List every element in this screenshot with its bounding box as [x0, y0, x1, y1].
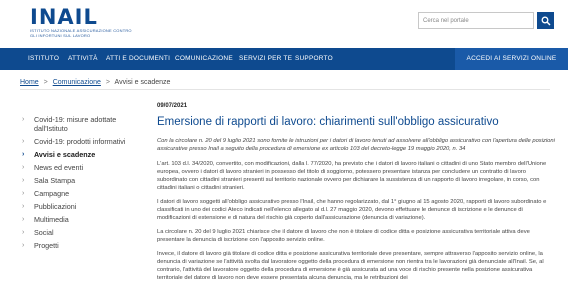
sidebar-item-campagne[interactable]: › Campagne — [22, 189, 140, 198]
chevron-right-icon: › — [22, 190, 25, 197]
sidebar-item-label: Campagne — [34, 189, 70, 198]
sidebar-item-avvisi-scadenze[interactable]: › Avvisi e scadenze — [22, 150, 140, 159]
sidebar-item-label: Covid-19: prodotti informativi — [34, 137, 126, 146]
chevron-right-icon: › — [22, 229, 25, 236]
article-paragraph: I datori di lavoro soggetti all'obbligo … — [157, 199, 547, 221]
chevron-right-icon: › — [22, 216, 25, 223]
nav-istituto[interactable]: ISTITUTO — [28, 48, 59, 70]
chevron-right-icon: › — [22, 151, 25, 158]
logo-text: INAIL — [30, 5, 98, 29]
article-lead: Con la circolare n. 20 del 9 luglio 2021… — [157, 138, 555, 152]
chevron-right-icon: › — [22, 164, 25, 171]
chevron-right-icon: › — [22, 242, 25, 249]
main-nav: ISTITUTO ATTIVITÀ ATTI E DOCUMENTI COMUN… — [0, 48, 568, 70]
breadcrumb-separator: > — [43, 79, 48, 86]
chevron-right-icon: › — [22, 138, 25, 145]
sidebar-item-sala-stampa[interactable]: › Sala Stampa — [22, 176, 140, 185]
sidebar-item-covid-prodotti[interactable]: › Covid-19: prodotti informativi — [22, 137, 140, 146]
sidebar-item-multimedia[interactable]: › Multimedia — [22, 215, 140, 224]
sidebar-item-pubblicazioni[interactable]: › Pubblicazioni — [22, 202, 140, 211]
sidebar-item-label: Pubblicazioni — [34, 202, 77, 211]
sidebar: › Covid-19: misure adottate dall'Istitut… — [22, 115, 140, 254]
inail-logo[interactable]: INAIL ISTITUTO NAZIONALE ASSICURAZIONE C… — [30, 6, 140, 38]
sidebar-item-label: Avvisi e scadenze — [34, 150, 96, 159]
sidebar-item-news[interactable]: › News ed eventi — [22, 163, 140, 172]
sidebar-item-social[interactable]: › Social — [22, 228, 140, 237]
sidebar-item-label: Progetti — [34, 241, 59, 250]
nav-servizi[interactable]: SERVIZI PER TE — [239, 48, 292, 70]
logo-subtitle: ISTITUTO NAZIONALE ASSICURAZIONE CONTRO … — [30, 28, 132, 38]
sidebar-item-label: Social — [34, 228, 54, 237]
sidebar-item-label: Multimedia — [34, 215, 69, 224]
nav-atti-documenti[interactable]: ATTI E DOCUMENTI — [106, 48, 170, 70]
chevron-right-icon: › — [22, 177, 25, 184]
breadcrumb-current: Avvisi e scadenze — [114, 79, 171, 86]
breadcrumb-comunicazione[interactable]: Comunicazione — [53, 79, 101, 86]
sidebar-item-progetti[interactable]: › Progetti — [22, 241, 140, 250]
breadcrumb-home[interactable]: Home — [20, 79, 39, 86]
breadcrumb-separator: > — [105, 79, 110, 86]
chevron-right-icon: › — [22, 203, 25, 210]
sidebar-item-covid-misure[interactable]: › Covid-19: misure adottate dall'Istitut… — [22, 115, 140, 133]
search-icon — [541, 16, 550, 25]
search-button[interactable] — [537, 12, 554, 29]
article: 09/07/2021 Emersione di rapporti di lavo… — [157, 103, 557, 288]
article-paragraph: La circolare n. 20 del 9 luglio 2021 chi… — [157, 229, 530, 243]
accedi-servizi-button[interactable]: ACCEDI AI SERVIZI ONLINE — [455, 48, 568, 70]
sidebar-item-label: Covid-19: misure adottate dall'Istituto — [34, 115, 117, 133]
sidebar-item-label: Sala Stampa — [34, 176, 76, 185]
site-header: INAIL ISTITUTO NAZIONALE ASSICURAZIONE C… — [0, 0, 568, 48]
search-input[interactable]: Cerca nel portale — [418, 12, 534, 29]
article-paragraph: Invece, il datore di lavoro già titolare… — [157, 251, 544, 281]
article-date: 09/07/2021 — [157, 103, 188, 109]
chevron-right-icon: › — [22, 116, 25, 123]
article-paragraph: L'art. 103 d.l. 34/2020, convertito, con… — [157, 161, 547, 191]
nav-attivita[interactable]: ATTIVITÀ — [68, 48, 98, 70]
nav-comunicazione[interactable]: COMUNICAZIONE — [175, 48, 233, 70]
sidebar-item-label: News ed eventi — [34, 163, 84, 172]
breadcrumb: Home > Comunicazione > Avvisi e scadenze — [20, 76, 550, 90]
article-title: Emersione di rapporti di lavoro: chiarim… — [157, 116, 499, 128]
nav-supporto[interactable]: SUPPORTO — [295, 48, 333, 70]
